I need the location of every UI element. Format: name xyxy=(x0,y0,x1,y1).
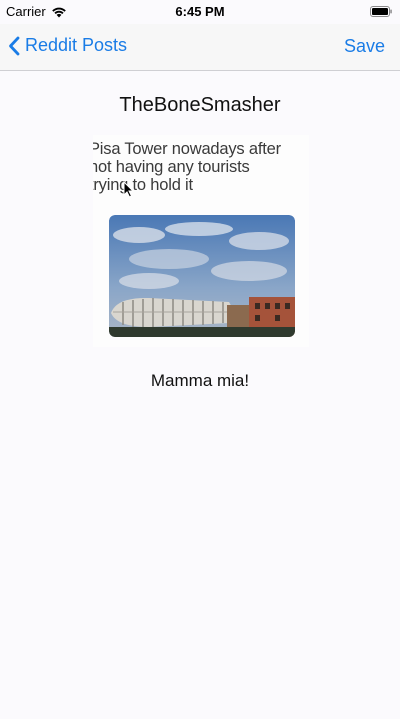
back-button-label: Reddit Posts xyxy=(25,35,128,55)
post-title: Mamma mia! xyxy=(150,371,250,390)
status-bar: Carrier 6:45 PM xyxy=(0,0,400,24)
status-time: 6:45 PM xyxy=(175,4,225,19)
screen: Carrier 6:45 PM Reddit Posts Save TheBon… xyxy=(0,0,400,719)
chevron-left-icon xyxy=(9,36,20,55)
navigation-bar: Reddit Posts Save xyxy=(0,24,400,71)
post-author: TheBoneSmasher xyxy=(119,94,281,116)
pisa-tower-photo xyxy=(109,215,295,337)
mouse-cursor-icon xyxy=(123,181,134,198)
battery-icon xyxy=(370,6,392,17)
save-button[interactable]: Save xyxy=(344,36,385,57)
post-image[interactable]: Pisa Tower nowadays after not having any… xyxy=(93,135,309,347)
back-button[interactable]: Reddit Posts xyxy=(8,35,127,56)
